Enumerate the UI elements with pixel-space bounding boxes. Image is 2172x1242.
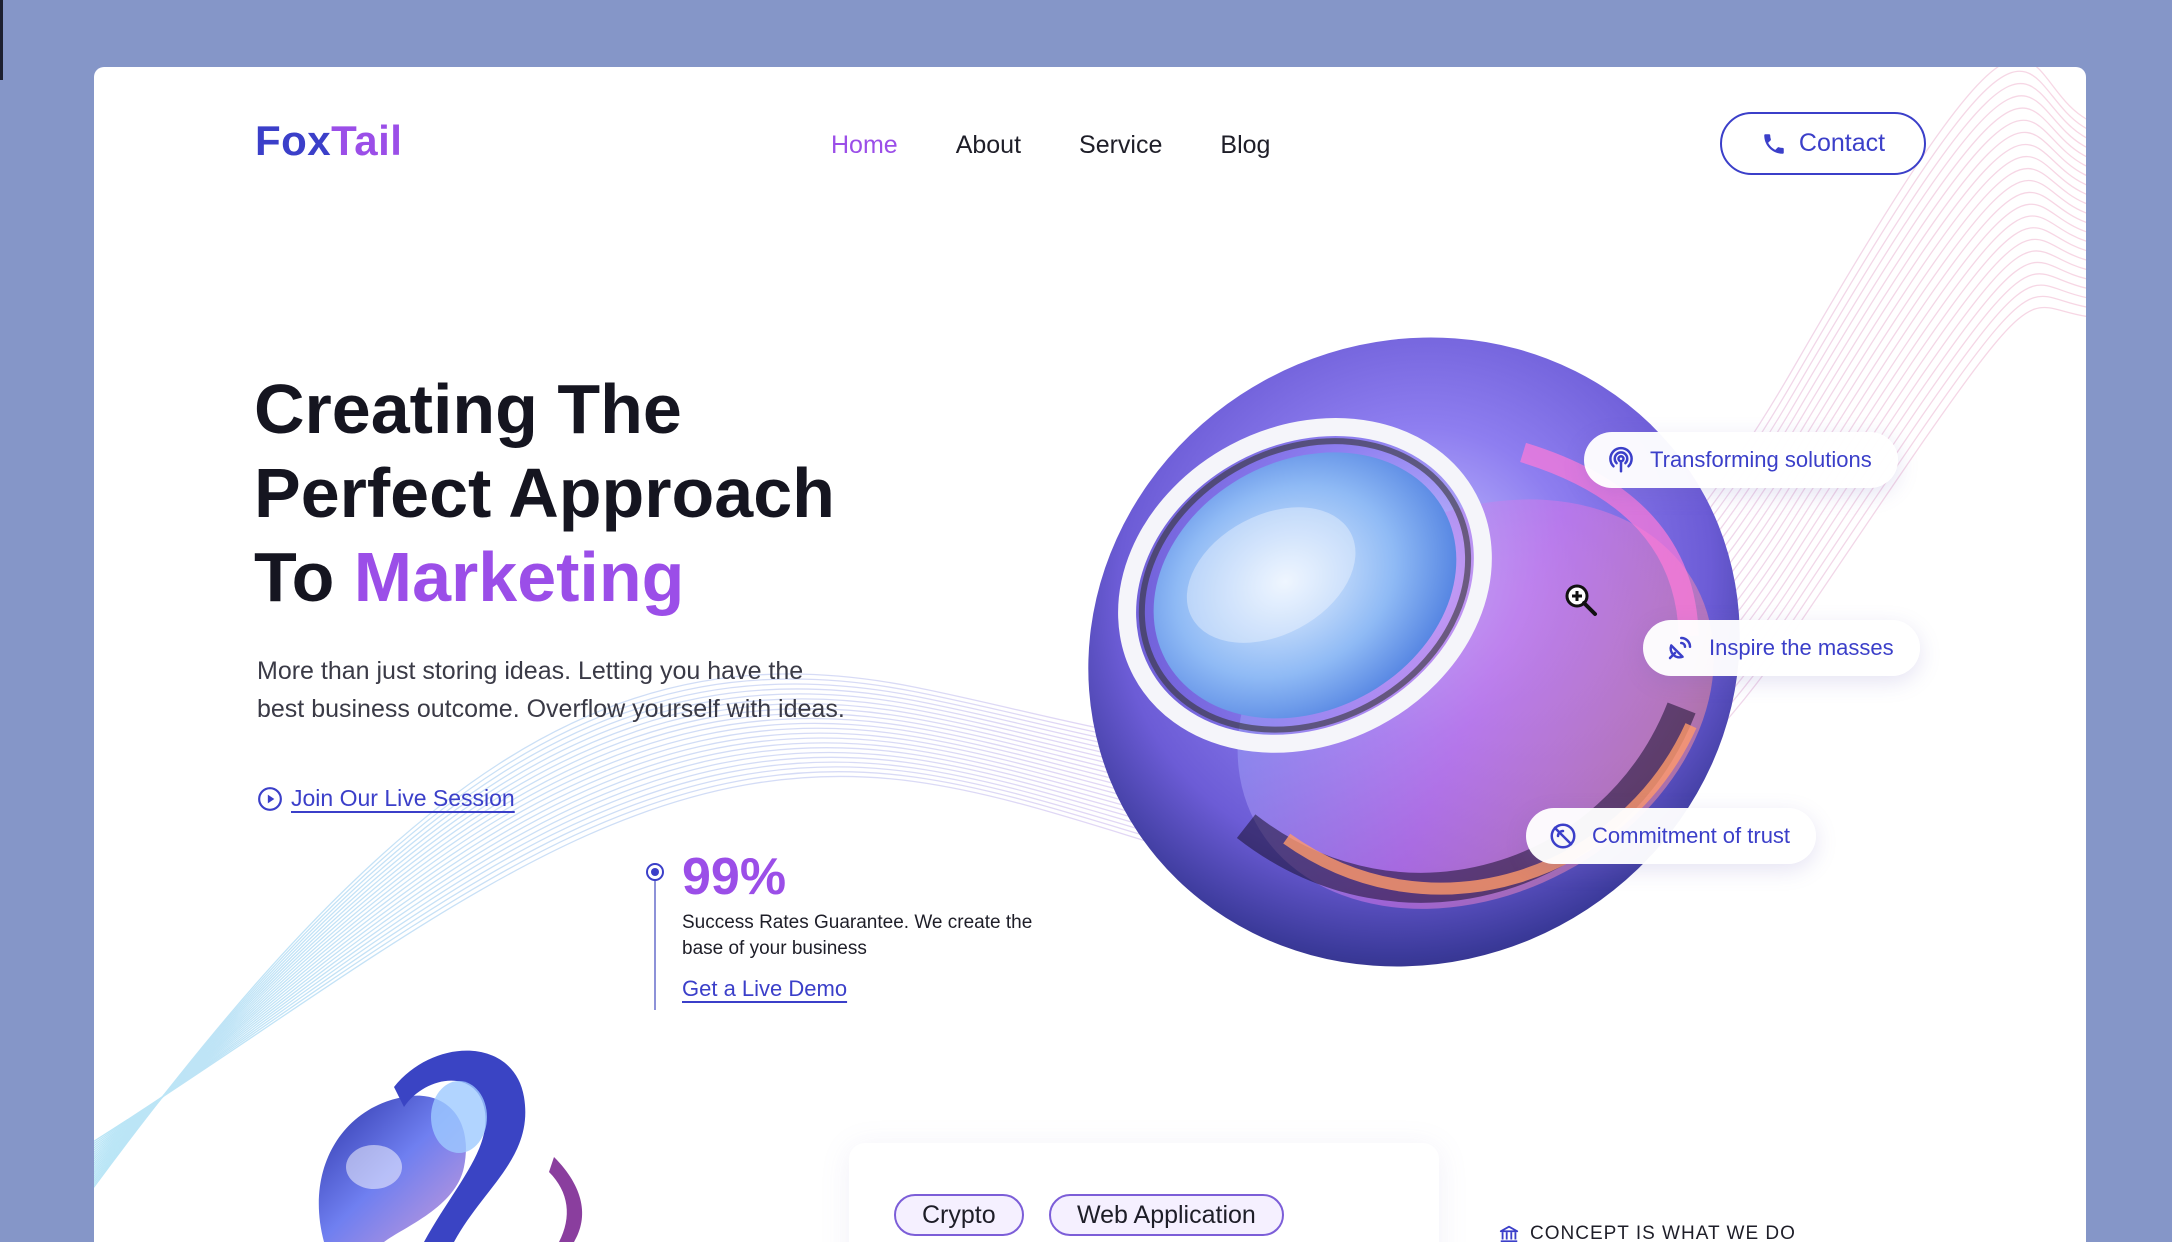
brand-logo[interactable]: FoxTail [255,117,402,165]
logo-part-tail: Tail [331,117,403,164]
hero-title-accent: Marketing [353,538,685,616]
phone-icon [1764,133,1784,154]
hero-description: More than just storing ideas. Letting yo… [257,657,845,723]
hero-title: Creating The Perfect Approach To Marketi… [254,367,835,619]
feature-pill-inspire-the-masses[interactable]: Inspire the masses [1643,620,1920,676]
live-demo-link[interactable]: Get a Live Demo [682,976,847,1002]
broadcast-icon [1609,446,1633,473]
main-nav: Home About Service Blog [831,131,1270,160]
play-circle-icon [258,786,282,811]
concept-label: CONCEPT IS WHAT WE DO [1530,1223,1796,1242]
feature-pill-transforming-solutions[interactable]: Transforming solutions [1584,432,1898,488]
bank-icon [1499,1225,1519,1242]
decorative-3d-shape-image [318,1050,583,1242]
tag-web-application[interactable]: Web Application [1049,1194,1284,1236]
stat-description: Success Rates Guarantee. We create the b… [682,912,1033,959]
stat-timeline-line [654,872,656,1010]
feature-label: Commitment of trust [1592,823,1791,848]
contact-button[interactable]: Contact [1720,112,1926,175]
nav-blog[interactable]: Blog [1220,131,1270,160]
concept-heading: CONCEPT IS WHAT WE DO [1498,1223,1796,1242]
zoom-in-cursor-icon [1563,582,1599,618]
no-sign-icon [1550,823,1576,849]
feature-label: Transforming solutions [1650,447,1872,472]
hero-title-line2: Perfect Approach [254,454,835,532]
tag-crypto[interactable]: Crypto [894,1194,1024,1236]
nav-service[interactable]: Service [1079,131,1162,160]
nav-about[interactable]: About [956,131,1021,160]
hero-title-prefix: To [254,538,335,616]
logo-part-fox: Fox [255,117,332,164]
contact-label: Contact [1798,129,1886,157]
stat-timeline-dot [646,863,664,881]
stat-value: 99% [682,848,787,906]
feature-pill-commitment-of-trust[interactable]: Commitment of trust [1526,808,1817,864]
landing-page: FoxTail Home About Service Blog Contact … [94,67,2086,1242]
satellite-dish-icon [1668,636,1692,660]
window-edge [0,0,3,80]
nav-home[interactable]: Home [831,131,898,160]
join-live-session-link[interactable]: Join Our Live Session [257,785,515,812]
hero-title-line1: Creating The [254,370,682,448]
feature-label: Inspire the masses [1709,635,1894,660]
live-session-label: Join Our Live Session [291,785,515,811]
